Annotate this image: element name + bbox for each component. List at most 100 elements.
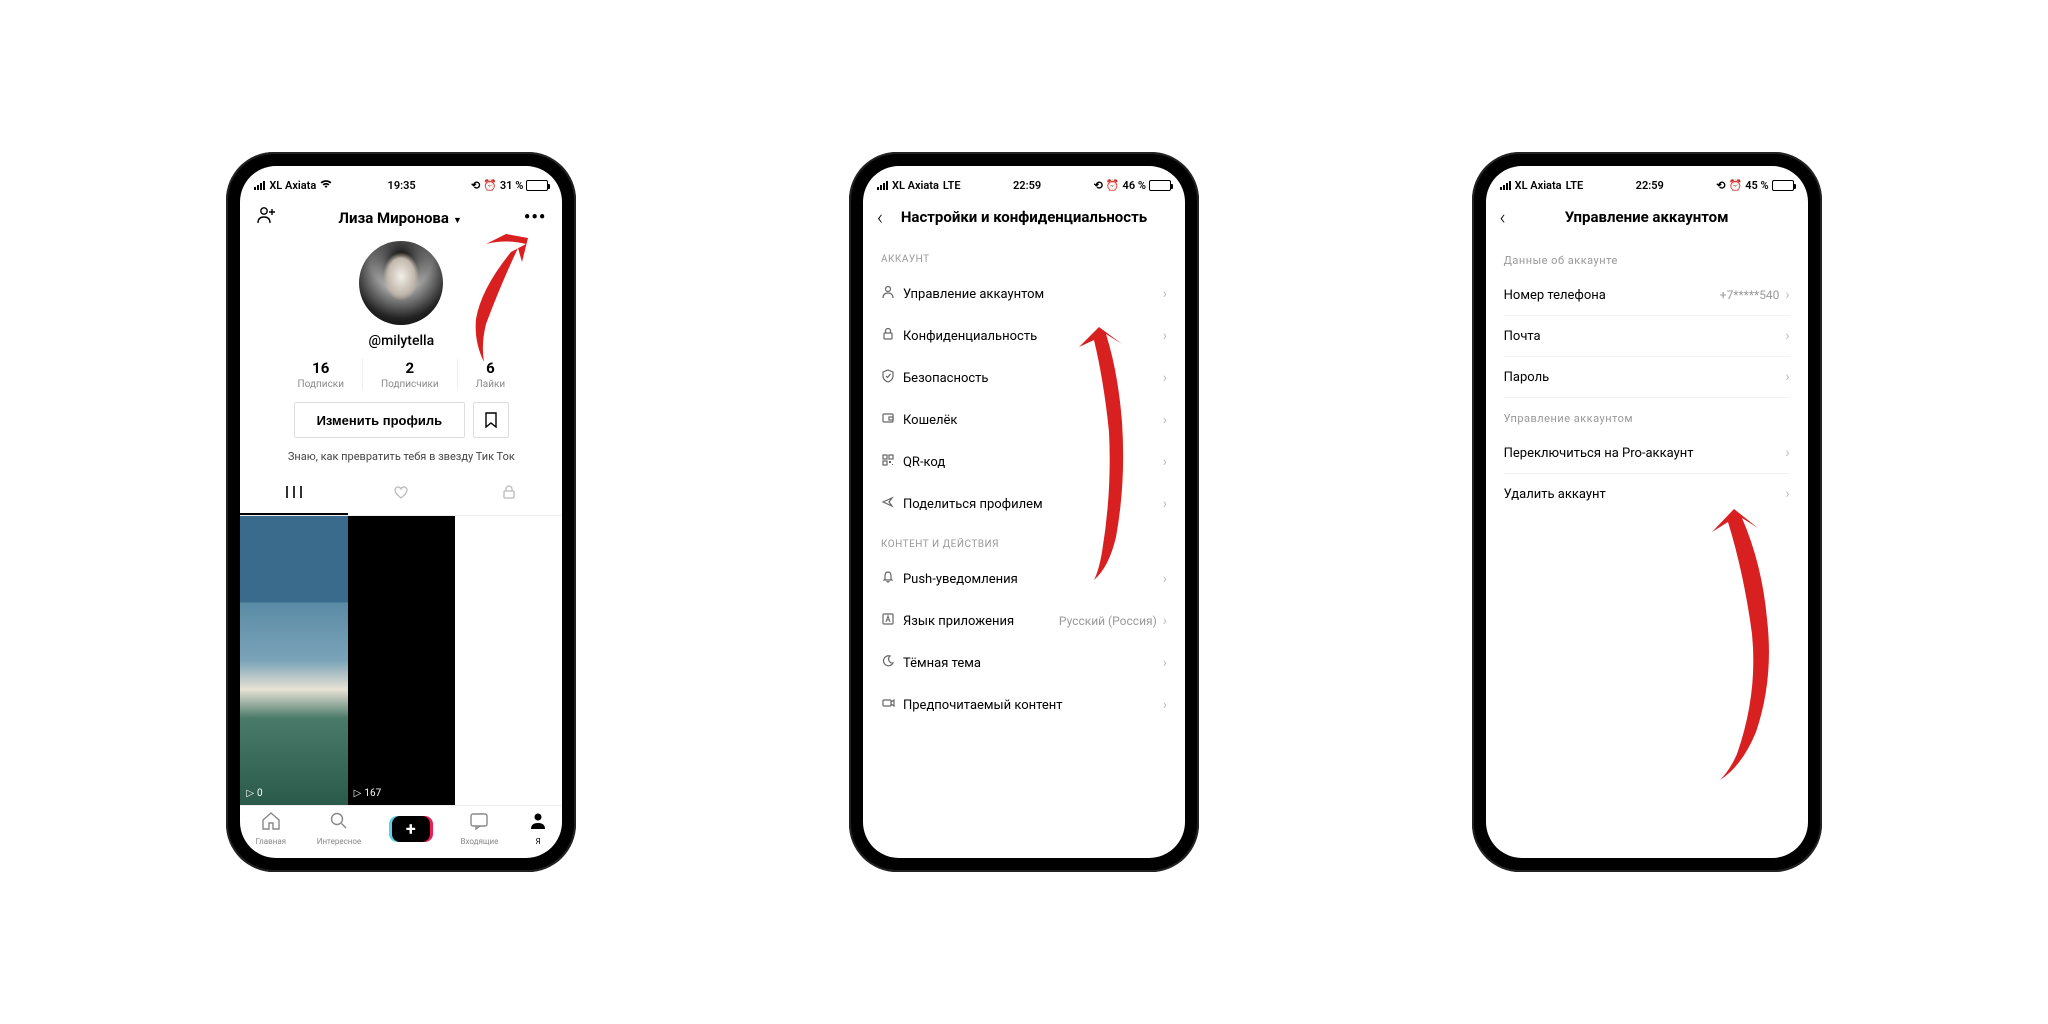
- moon-icon: [881, 654, 903, 672]
- signal-icon: [877, 181, 888, 190]
- chevron-right-icon: ›: [1785, 369, 1789, 385]
- battery-text: 31 %: [500, 179, 523, 192]
- bottom-nav: Главная Интересное + Входящие Я: [240, 805, 562, 858]
- alarm-icon: ⏰: [1729, 179, 1743, 192]
- signal-icon: [1500, 181, 1511, 190]
- section-header-account: АККАУНТ: [863, 240, 1185, 273]
- item-delete-account[interactable]: Удалить аккаунт ›: [1486, 474, 1808, 514]
- stats-row: 16 Подписки 2 Подписчики 6 Лайки: [240, 359, 562, 390]
- page-title: Настройки и конфиденциальность: [901, 208, 1147, 226]
- signal-icon: [254, 181, 265, 190]
- back-button[interactable]: ‹: [877, 205, 883, 229]
- alarm-icon: ⏰: [483, 179, 497, 192]
- add-friend-icon[interactable]: [256, 206, 276, 229]
- item-content-pref[interactable]: Предпочитаемый контент ›: [863, 684, 1185, 726]
- status-bar: XL Axiata LTE 22:59 ⟲ ⏰ 46 %: [863, 166, 1185, 196]
- battery-icon: [1149, 180, 1171, 191]
- display-name-dropdown[interactable]: Лиза Миронова▼: [338, 209, 461, 227]
- item-qr[interactable]: QR-код ›: [863, 441, 1185, 483]
- section-header-content: КОНТЕНТ И ДЕЙСТВИЯ: [863, 525, 1185, 558]
- home-icon: [256, 812, 286, 835]
- menu-dots-icon[interactable]: •••: [524, 207, 546, 228]
- item-wallet[interactable]: Кошелёк ›: [863, 399, 1185, 441]
- display-name: Лиза Миронова: [338, 209, 449, 227]
- orientation-lock-icon: ⟲: [1716, 179, 1725, 192]
- video-thumb[interactable]: ▷167: [348, 516, 455, 805]
- item-phone-number[interactable]: Номер телефона +7*****540 ›: [1486, 275, 1808, 315]
- status-time: 22:59: [1013, 179, 1041, 192]
- lock-icon: [502, 485, 516, 499]
- person-icon: [881, 285, 903, 303]
- bookmark-icon: [484, 412, 498, 428]
- language-icon: [881, 612, 903, 630]
- profile-icon: [529, 812, 547, 835]
- item-security[interactable]: Безопасность ›: [863, 357, 1185, 399]
- item-switch-pro[interactable]: Переключиться на Pro-аккаунт ›: [1486, 433, 1808, 473]
- status-bar: XL Axiata LTE 22:59 ⟲ ⏰ 45 %: [1486, 166, 1808, 196]
- phone-settings: XL Axiata LTE 22:59 ⟲ ⏰ 46 % ‹ Настройки…: [849, 152, 1199, 872]
- video-thumb[interactable]: ▷0: [240, 516, 347, 805]
- bookmark-button[interactable]: [473, 402, 509, 438]
- nav-create[interactable]: +: [392, 816, 430, 842]
- wifi-icon: [320, 178, 332, 192]
- tab-private[interactable]: [455, 475, 562, 515]
- chevron-right-icon: ›: [1163, 286, 1167, 302]
- item-privacy[interactable]: Конфиденциальность ›: [863, 315, 1185, 357]
- chevron-right-icon: ›: [1785, 445, 1789, 461]
- screen: XL Axiata LTE 22:59 ⟲ ⏰ 45 % ‹ Управлени…: [1486, 166, 1808, 858]
- orientation-lock-icon: ⟲: [471, 179, 480, 192]
- carrier-label: XL Axiata: [1515, 179, 1562, 192]
- page-header: ‹ Управление аккаунтом: [1486, 196, 1808, 240]
- battery-icon: [1772, 180, 1794, 191]
- chevron-right-icon: ›: [1163, 454, 1167, 470]
- inbox-icon: [460, 812, 498, 835]
- page-title: Управление аккаунтом: [1565, 208, 1729, 226]
- stat-followers[interactable]: 2 Подписчики: [362, 359, 457, 390]
- phone-profile: XL Axiata 19:35 ⟲ ⏰ 31 % Лиза Миронова▼ …: [226, 152, 576, 872]
- nav-discover[interactable]: Интересное: [317, 812, 361, 846]
- item-push[interactable]: Push-уведомления ›: [863, 558, 1185, 600]
- status-bar: XL Axiata 19:35 ⟲ ⏰ 31 %: [240, 166, 562, 196]
- chevron-right-icon: ›: [1785, 486, 1789, 502]
- item-dark-theme[interactable]: Тёмная тема ›: [863, 642, 1185, 684]
- status-time: 22:59: [1636, 179, 1664, 192]
- chevron-right-icon: ›: [1785, 328, 1789, 344]
- edit-profile-button[interactable]: Изменить профиль: [294, 402, 466, 438]
- screen: XL Axiata 19:35 ⟲ ⏰ 31 % Лиза Миронова▼ …: [240, 166, 562, 858]
- item-email[interactable]: Почта ›: [1486, 316, 1808, 356]
- avatar[interactable]: [359, 241, 443, 325]
- chevron-right-icon: ›: [1163, 571, 1167, 587]
- back-button[interactable]: ‹: [1500, 205, 1506, 229]
- search-icon: [317, 812, 361, 835]
- nav-inbox[interactable]: Входящие: [460, 812, 498, 846]
- heart-icon: [393, 485, 409, 499]
- bell-icon: [881, 570, 903, 588]
- chevron-right-icon: ›: [1163, 496, 1167, 512]
- item-manage-account[interactable]: Управление аккаунтом ›: [863, 273, 1185, 315]
- battery-text: 45 %: [1745, 179, 1768, 192]
- wallet-icon: [881, 411, 903, 429]
- nav-profile[interactable]: Я: [529, 812, 547, 846]
- chevron-right-icon: ›: [1163, 655, 1167, 671]
- stat-following[interactable]: 16 Подписки: [280, 359, 362, 390]
- phone-account-manage: XL Axiata LTE 22:59 ⟲ ⏰ 45 % ‹ Управлени…: [1472, 152, 1822, 872]
- play-icon: ▷: [354, 788, 362, 799]
- tab-liked[interactable]: [348, 475, 455, 515]
- item-share-profile[interactable]: Поделиться профилем ›: [863, 483, 1185, 525]
- share-icon: [881, 495, 903, 513]
- bio-text: Знаю, как превратить тебя в звезду Тик Т…: [240, 450, 562, 463]
- screen: XL Axiata LTE 22:59 ⟲ ⏰ 46 % ‹ Настройки…: [863, 166, 1185, 858]
- video-grid: ▷0 ▷167: [240, 516, 562, 805]
- video-icon: [881, 696, 903, 714]
- username: @milytella: [240, 333, 562, 349]
- item-password[interactable]: Пароль ›: [1486, 357, 1808, 397]
- profile-header: Лиза Миронова▼ •••: [240, 196, 562, 237]
- tab-videos[interactable]: [240, 475, 347, 515]
- stat-likes[interactable]: 6 Лайки: [457, 359, 523, 390]
- grid-icon: [286, 485, 302, 499]
- lock-icon: [881, 327, 903, 345]
- chevron-right-icon: ›: [1163, 697, 1167, 713]
- alarm-icon: ⏰: [1106, 179, 1120, 192]
- nav-home[interactable]: Главная: [256, 812, 286, 846]
- item-language[interactable]: Язык приложения Русский (Россия) ›: [863, 600, 1185, 642]
